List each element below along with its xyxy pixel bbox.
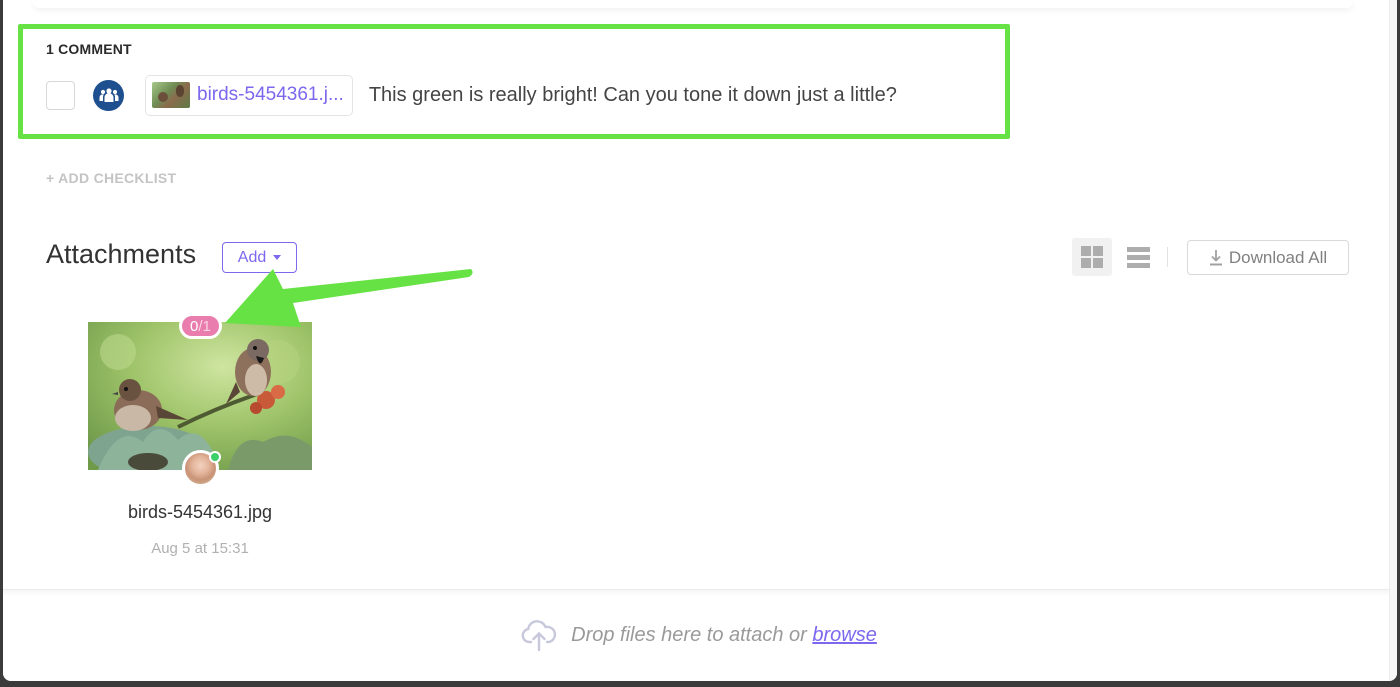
attachment-file-name[interactable]: birds-5454361.jpg xyxy=(88,502,312,523)
attachment-date: Aug 5 at 15:31 xyxy=(151,540,249,557)
file-dropzone[interactable]: Drop files here to attach or browse xyxy=(3,589,1397,681)
list-icon xyxy=(1126,246,1150,252)
previous-section-card xyxy=(33,0,1353,8)
download-all-label: Download All xyxy=(1228,247,1328,267)
team-icon[interactable] xyxy=(93,79,124,111)
cloud-upload-icon xyxy=(521,619,557,651)
task-detail-panel: 1 COMMENT birds-5454361.j... This green … xyxy=(3,0,1397,681)
comment-text: This green is really bright! Can you ton… xyxy=(368,83,897,106)
review-done-count: 0 xyxy=(190,317,199,335)
list-view-button[interactable] xyxy=(1120,238,1156,276)
attachments-heading: Attachments xyxy=(46,239,197,269)
grid-view-button[interactable] xyxy=(1072,238,1112,276)
online-status-indicator xyxy=(209,451,221,463)
dropzone-text: Drop files here to attach or browse xyxy=(571,624,877,646)
toolbar-divider xyxy=(1167,247,1168,267)
attachment-thumbnail xyxy=(152,82,190,108)
comment-count-label: 1 COMMENT xyxy=(46,41,132,57)
attachment-name: birds-5454361.j... xyxy=(197,84,344,105)
comment-item: birds-5454361.j... This green is really … xyxy=(46,74,897,116)
download-all-button[interactable]: Download All xyxy=(1187,240,1349,275)
comment-attachment-chip[interactable]: birds-5454361.j... xyxy=(145,74,353,116)
scrollbar-track[interactable] xyxy=(1389,0,1397,681)
uploader-avatar[interactable] xyxy=(182,450,221,487)
annotation-arrow xyxy=(225,269,473,327)
grid-icon xyxy=(1081,246,1103,268)
resolve-comment-checkbox[interactable] xyxy=(46,80,75,110)
add-checklist-button[interactable]: + ADD CHECKLIST xyxy=(46,170,176,186)
browse-link[interactable]: browse xyxy=(812,624,876,646)
download-icon xyxy=(1209,250,1222,266)
